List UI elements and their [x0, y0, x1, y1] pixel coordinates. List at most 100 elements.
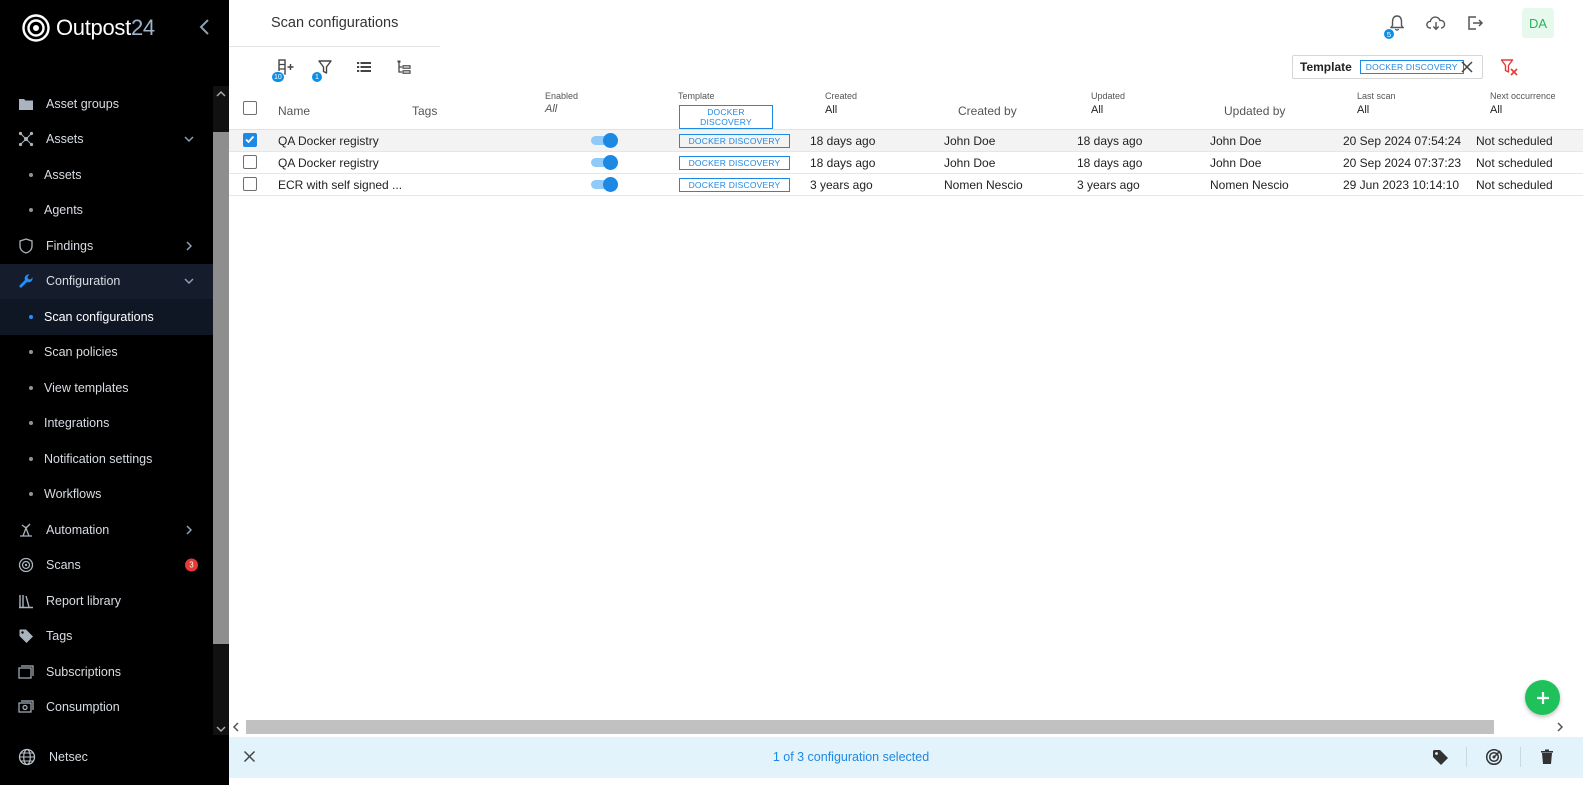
sidebar-item-scan-policies[interactable]: Scan policies: [0, 335, 213, 371]
page-title: Scan configurations: [271, 15, 399, 31]
download-button[interactable]: [1424, 12, 1448, 34]
template-tag: DOCKER DISCOVERY: [679, 178, 790, 192]
col-enabled-filter[interactable]: All: [545, 103, 557, 115]
sidebar-item-report-library[interactable]: Report library: [0, 583, 213, 619]
folder-icon: [18, 96, 34, 112]
template-tag: DOCKER DISCOVERY: [679, 134, 790, 148]
sidebar-item-label: Agents: [44, 203, 83, 218]
user-avatar[interactable]: DA: [1522, 8, 1554, 38]
row-name[interactable]: ECR with self signed ...: [278, 178, 402, 192]
sidebar-item-assets[interactable]: Assets: [0, 122, 213, 158]
row-created: 3 years ago: [810, 178, 873, 192]
bullet-icon: [29, 350, 33, 355]
enabled-toggle[interactable]: [591, 133, 618, 148]
sidebar-item-label: Consumption: [46, 700, 120, 715]
sidebar-item-label: View templates: [44, 380, 129, 395]
sidebar-item-subscriptions[interactable]: Subscriptions: [0, 654, 213, 690]
scroll-left-icon[interactable]: [231, 722, 241, 732]
tree-view-button[interactable]: [394, 57, 414, 77]
logo[interactable]: Outpost24: [22, 12, 155, 44]
enabled-toggle[interactable]: [591, 177, 618, 192]
sidebar-item-scan-configurations[interactable]: Scan configurations: [0, 299, 213, 335]
chevron-right-icon[interactable]: [183, 524, 195, 536]
sidebar-item-scans[interactable]: Scans 3: [0, 548, 213, 584]
chevron-right-icon[interactable]: [183, 240, 195, 252]
tree-icon: [397, 60, 411, 74]
row-checkbox[interactable]: [243, 133, 257, 147]
col-next-occurrence[interactable]: Next occurrence: [1490, 91, 1556, 101]
bottom-divider: [1520, 747, 1521, 767]
workspace-selector[interactable]: Netsec: [0, 742, 229, 772]
scroll-down-icon[interactable]: [216, 724, 226, 734]
col-template-filter[interactable]: DOCKER DISCOVERY: [679, 105, 773, 129]
sidebar-item-view-templates[interactable]: View templates: [0, 370, 213, 406]
sidebar-item-label: Subscriptions: [46, 664, 122, 679]
chevron-down-icon[interactable]: [183, 133, 195, 145]
col-last-scan-filter[interactable]: All: [1357, 104, 1369, 116]
row-name[interactable]: QA Docker registry: [278, 134, 379, 148]
sidebar-item-findings[interactable]: Findings: [0, 228, 213, 264]
clear-filters-icon[interactable]: [1500, 57, 1518, 77]
select-all-checkbox[interactable]: [243, 101, 257, 115]
logout-button[interactable]: [1463, 12, 1487, 34]
col-next-filter[interactable]: All: [1490, 104, 1502, 116]
sidebar-item-label: Assets: [44, 167, 82, 182]
chevron-down-icon[interactable]: [183, 275, 195, 287]
col-updated-by[interactable]: Updated by: [1224, 104, 1285, 118]
row-checkbox[interactable]: [243, 155, 257, 169]
col-template[interactable]: Template: [678, 91, 715, 101]
wrench-icon: [18, 273, 34, 289]
col-last-scan[interactable]: Last scan: [1357, 91, 1396, 101]
delete-selected-icon[interactable]: [1538, 748, 1556, 766]
filter-badge: 1: [311, 71, 323, 83]
enabled-toggle[interactable]: [591, 155, 618, 170]
col-enabled[interactable]: Enabled: [545, 91, 578, 101]
sidebar-item-label: Report library: [46, 593, 122, 608]
library-icon: [18, 593, 34, 609]
collapse-sidebar-icon[interactable]: [196, 16, 214, 38]
scroll-up-icon[interactable]: [216, 89, 226, 99]
list-view-button[interactable]: [354, 57, 374, 77]
bullet-icon: [29, 492, 33, 497]
table-row[interactable]: QA Docker registry DOCKER DISCOVERY 18 day…: [229, 152, 1583, 174]
col-created-filter[interactable]: All: [825, 104, 837, 116]
remove-filter-icon[interactable]: [1460, 60, 1474, 74]
row-checkbox[interactable]: [243, 177, 257, 191]
sidebar-scrollbar-thumb[interactable]: [213, 132, 229, 644]
sidebar-item-integrations[interactable]: Integrations: [0, 406, 213, 442]
col-name[interactable]: Name: [278, 104, 310, 118]
title-divider: [229, 46, 440, 47]
filter-chip-label: Template: [1300, 60, 1352, 74]
sidebar-item-notification-settings[interactable]: Notification settings: [0, 441, 213, 477]
add-configuration-button[interactable]: [1525, 680, 1560, 715]
selection-count: 1 of 3 configuration selected: [772, 750, 930, 764]
scan-selected-icon[interactable]: [1485, 748, 1503, 766]
table-row[interactable]: ECR with self signed ... DOCKER DISCOVERY…: [229, 174, 1583, 196]
table-row[interactable]: QA Docker registry DOCKER DISCOVERY 18 day…: [229, 130, 1583, 152]
sidebar-item-assets[interactable]: Assets: [0, 157, 213, 193]
sidebar-item-workflows[interactable]: Workflows: [0, 477, 213, 513]
list-icon: [357, 62, 371, 72]
col-created[interactable]: Created: [825, 91, 857, 101]
col-tags[interactable]: Tags: [412, 104, 437, 118]
bullet-icon: [29, 421, 33, 426]
sidebar-item-label: Asset groups: [46, 96, 119, 111]
col-updated-filter[interactable]: All: [1091, 104, 1103, 116]
col-updated[interactable]: Updated: [1091, 91, 1125, 101]
sidebar-item-tags[interactable]: Tags: [0, 619, 213, 655]
tag-selected-icon[interactable]: [1431, 748, 1449, 766]
sidebar-item-consumption[interactable]: Consumption: [0, 690, 213, 726]
table-hscrollbar-thumb[interactable]: [246, 720, 1494, 734]
col-created-by[interactable]: Created by: [958, 104, 1017, 118]
sidebar-nav: Asset groups Assets Assets Agents Findings Co…: [0, 86, 213, 725]
sidebar-item-asset-groups[interactable]: Asset groups: [0, 86, 213, 122]
tag-icon: [18, 628, 34, 644]
active-filter-chip[interactable]: Template DOCKER DISCOVERY: [1292, 55, 1483, 79]
sidebar-item-automation[interactable]: Automation: [0, 512, 213, 548]
sidebar-item-agents[interactable]: Agents: [0, 193, 213, 229]
shield-icon: [18, 238, 34, 254]
row-next-occurrence: Not scheduled: [1476, 156, 1553, 170]
sidebar-item-configuration[interactable]: Configuration: [0, 263, 213, 299]
row-name[interactable]: QA Docker registry: [278, 156, 379, 170]
scroll-right-icon[interactable]: [1555, 722, 1565, 732]
